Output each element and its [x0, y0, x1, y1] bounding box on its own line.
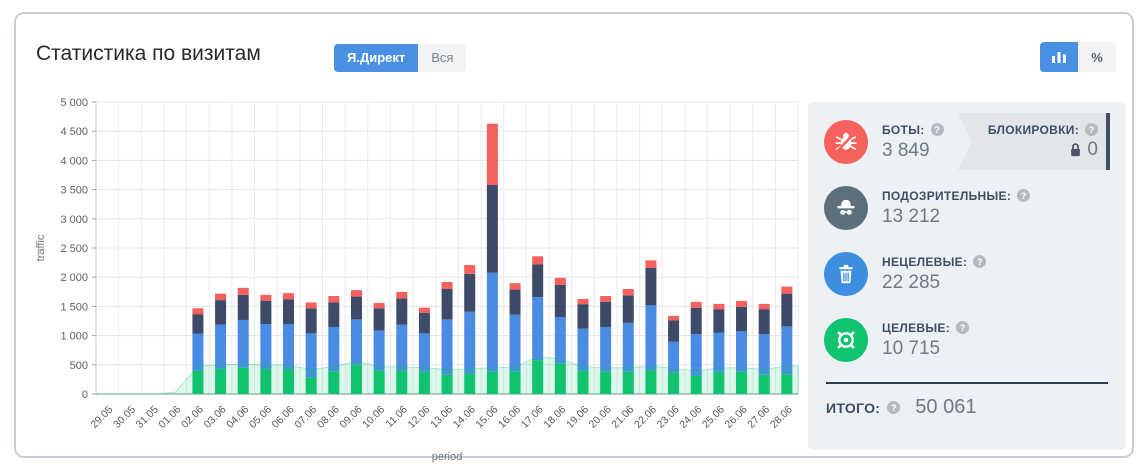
- svg-text:period: period: [432, 451, 463, 463]
- nontargeted-label: НЕЦЕЛЕВЫЕ:: [882, 254, 968, 269]
- svg-text:02.06: 02.06: [179, 404, 206, 431]
- svg-text:18.06: 18.06: [541, 404, 568, 431]
- view-toggle-group: %: [1040, 42, 1116, 72]
- stat-row-targeted: ЦЕЛЕВЫЕ: ? 10 715: [824, 316, 1110, 364]
- svg-text:13.06: 13.06: [428, 404, 455, 431]
- svg-text:20.06: 20.06: [587, 404, 614, 431]
- suspicious-value: 13 212: [882, 205, 941, 227]
- stat-row-nontargeted: НЕЦЕЛЕВЫЕ: ? 22 285: [824, 250, 1110, 298]
- targeted-icon-circle: [824, 318, 868, 362]
- targeted-label: ЦЕЛЕВЫЕ:: [882, 320, 951, 335]
- svg-text:10.06: 10.06: [360, 404, 387, 431]
- svg-text:25.06: 25.06: [700, 404, 727, 431]
- svg-text:31.05: 31.05: [134, 404, 161, 431]
- trash-icon: [839, 264, 853, 284]
- total-value: 50 061: [915, 396, 977, 418]
- blocks-value-line: 0: [1068, 139, 1098, 161]
- svg-text:01.06: 01.06: [156, 404, 183, 431]
- svg-text:23.06: 23.06: [655, 404, 682, 431]
- svg-text:11.06: 11.06: [383, 404, 410, 431]
- toggle-all-traffic[interactable]: Вся: [418, 44, 467, 72]
- bots-stat-text: БОТЫ: ? 3 849: [882, 123, 944, 162]
- statistics-card: Статистика по визитам Я.Директ Вся % 0 50…: [14, 12, 1134, 463]
- total-divider: [826, 382, 1108, 384]
- bar-chart-icon: [1052, 52, 1066, 63]
- stats-panel: БОТЫ: ? 3 849 БЛОКИРОВКИ: ? 0 ПОДОЗРИТЕЛ…: [808, 102, 1126, 450]
- svg-text:0: 0: [82, 389, 88, 401]
- blocks-banner-accent-bar: [1106, 113, 1110, 170]
- targeted-help-icon[interactable]: ?: [956, 321, 970, 334]
- svg-text:5 000: 5 000: [60, 97, 88, 109]
- svg-text:2 000: 2 000: [60, 272, 88, 284]
- page-title: Статистика по визитам: [36, 42, 261, 65]
- lock-icon: [1071, 142, 1081, 156]
- total-label: ИТОГО:: [826, 399, 881, 416]
- svg-text:05.06: 05.06: [247, 404, 274, 431]
- percent-view-button[interactable]: %: [1078, 42, 1116, 72]
- svg-text:12.06: 12.06: [405, 404, 432, 431]
- bug-icon: [835, 131, 857, 153]
- suspicious-help-icon[interactable]: ?: [1017, 189, 1031, 202]
- svg-text:28.06: 28.06: [768, 404, 795, 431]
- svg-text:3 000: 3 000: [60, 214, 88, 226]
- svg-text:09.06: 09.06: [338, 404, 365, 431]
- svg-text:24.06: 24.06: [677, 404, 704, 431]
- toggle-yandex-direct[interactable]: Я.Директ: [334, 44, 419, 72]
- svg-text:26.06: 26.06: [723, 404, 750, 431]
- suspicious-stat-text: ПОДОЗРИТЕЛЬНЫЕ: ? 13 212: [882, 188, 1031, 228]
- targeted-stat-text: ЦЕЛЕВЫЕ: ? 10 715: [882, 320, 970, 360]
- stat-row-suspicious: ПОДОЗРИТЕЛЬНЫЕ: ? 13 212: [824, 184, 1110, 232]
- svg-text:1 000: 1 000: [60, 331, 88, 343]
- suspicious-label: ПОДОЗРИТЕЛЬНЫЕ:: [882, 188, 1012, 203]
- blocks-banner: БЛОКИРОВКИ: ? 0: [958, 113, 1110, 170]
- svg-text:4 500: 4 500: [60, 126, 88, 138]
- svg-text:27.06: 27.06: [745, 404, 772, 431]
- total-help-icon[interactable]: ?: [887, 401, 901, 414]
- svg-text:15.06: 15.06: [473, 404, 500, 431]
- svg-text:2 500: 2 500: [60, 243, 88, 255]
- svg-text:traffic: traffic: [35, 234, 47, 261]
- svg-text:04.06: 04.06: [224, 404, 251, 431]
- total-row: ИТОГО: ? 50 061: [824, 396, 1110, 419]
- bar-chart-view-button[interactable]: [1040, 42, 1078, 72]
- svg-text:14.06: 14.06: [451, 404, 478, 431]
- svg-text:500: 500: [70, 360, 88, 372]
- svg-text:19.06: 19.06: [564, 404, 591, 431]
- nontargeted-value: 22 285: [882, 271, 941, 293]
- svg-text:30.05: 30.05: [111, 404, 138, 431]
- nontargeted-icon-circle: [824, 252, 868, 296]
- target-icon: [837, 331, 855, 349]
- svg-text:22.06: 22.06: [632, 404, 659, 431]
- source-toggle-group: Я.Директ Вся: [334, 44, 467, 72]
- spy-icon: [837, 199, 855, 215]
- svg-text:3 500: 3 500: [60, 185, 88, 197]
- blocks-label: БЛОКИРОВКИ:: [987, 122, 1079, 137]
- bots-value: 3 849: [882, 139, 930, 161]
- svg-text:07.06: 07.06: [292, 404, 319, 431]
- bots-icon-circle: [824, 120, 868, 164]
- blocks-help-icon[interactable]: ?: [1085, 123, 1098, 136]
- svg-text:1 500: 1 500: [60, 301, 88, 313]
- svg-text:16.06: 16.06: [496, 404, 523, 431]
- svg-text:17.06: 17.06: [519, 404, 546, 431]
- suspicious-icon-circle: [824, 186, 868, 230]
- svg-text:21.06: 21.06: [609, 404, 636, 431]
- svg-text:03.06: 03.06: [202, 404, 229, 431]
- bots-help-icon[interactable]: ?: [930, 123, 944, 136]
- targeted-value: 10 715: [882, 337, 941, 359]
- bots-label: БОТЫ:: [882, 122, 925, 137]
- svg-text:08.06: 08.06: [315, 404, 342, 431]
- svg-text:06.06: 06.06: [270, 404, 297, 431]
- traffic-chart: 0 500 1 000 1 500 2 000 2 500 3 000 3 500 4 000 4…: [35, 97, 799, 463]
- nontargeted-help-icon[interactable]: ?: [973, 255, 987, 268]
- traffic-chart-container: 0 500 1 000 1 500 2 000 2 500 3 000 3 500 4 000 4…: [32, 94, 812, 473]
- blocks-value: 0: [1087, 138, 1098, 160]
- svg-text:29.05: 29.05: [88, 404, 115, 431]
- svg-text:4 000: 4 000: [60, 155, 88, 167]
- stat-row-bots: БОТЫ: ? 3 849 БЛОКИРОВКИ: ? 0: [824, 113, 1110, 170]
- nontargeted-stat-text: НЕЦЕЛЕВЫЕ: ? 22 285: [882, 254, 987, 294]
